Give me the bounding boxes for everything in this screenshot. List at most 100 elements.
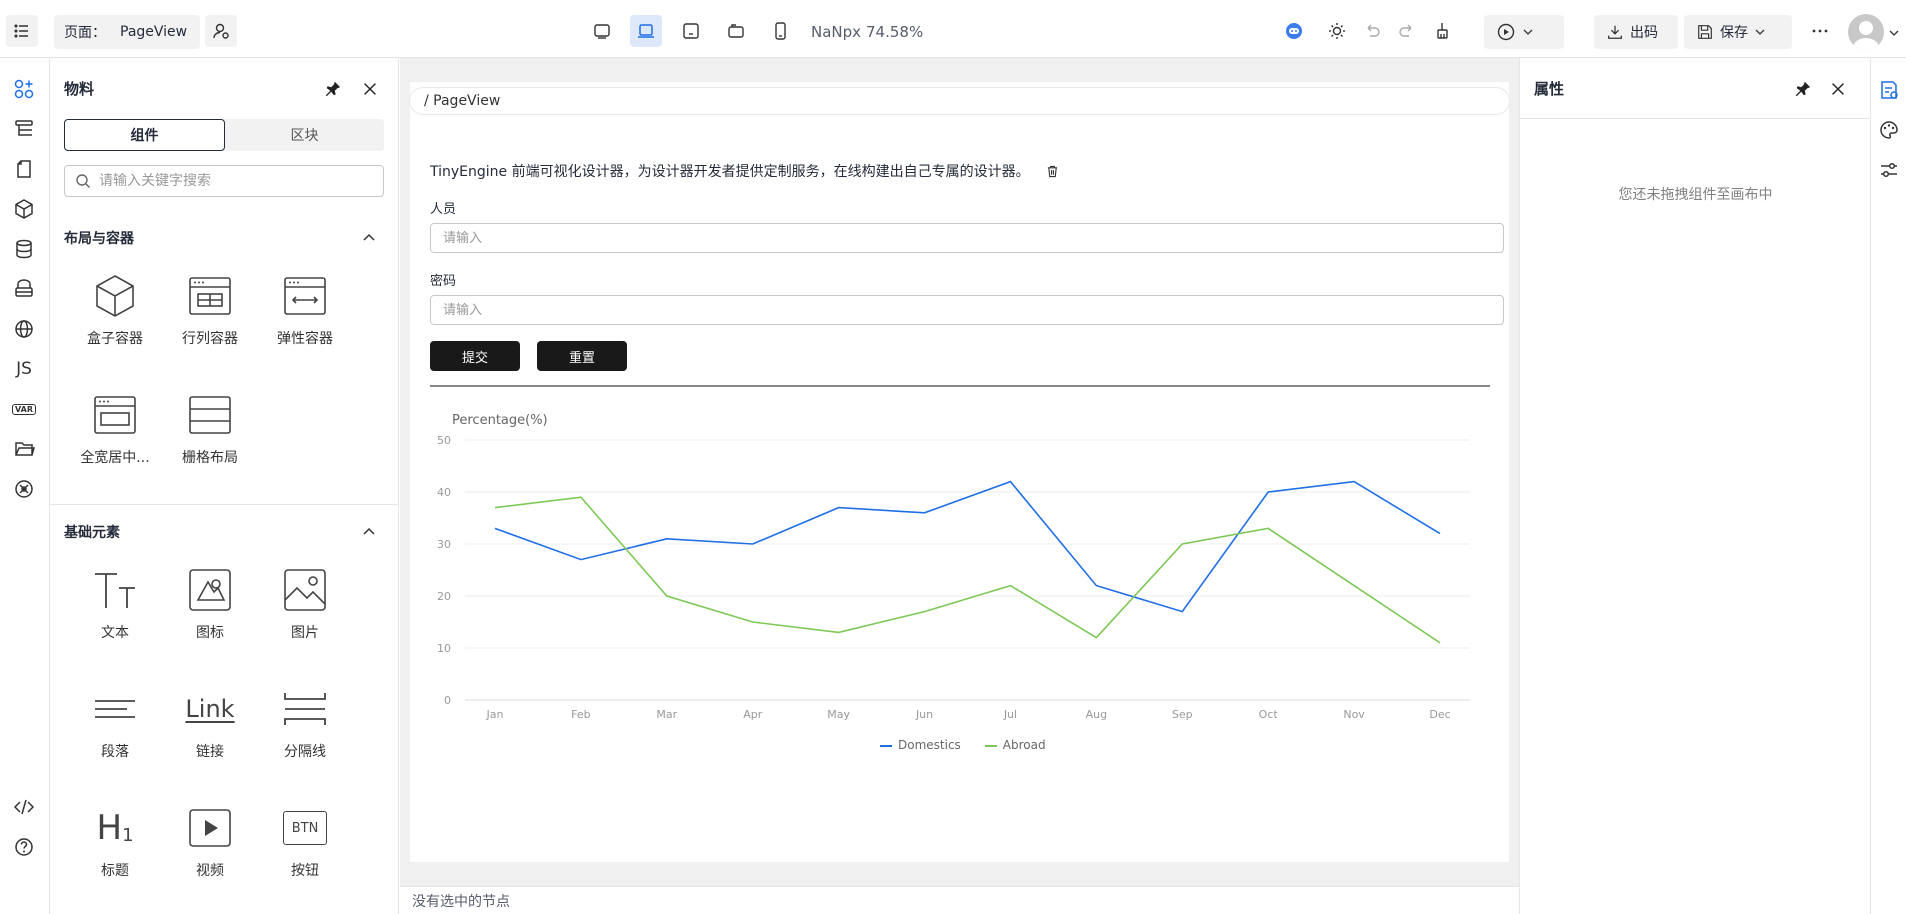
reset-button[interactable]: 重置 — [537, 341, 627, 371]
avatar[interactable] — [1848, 14, 1884, 50]
x-tick-label: Aug — [1086, 708, 1107, 721]
chart-legend[interactable]: Domestics Abroad — [880, 738, 1046, 752]
component-paragraph[interactable]: 段落 — [65, 685, 165, 761]
component-label: 图片 — [291, 625, 319, 641]
component-divider[interactable]: 分隔线 — [255, 685, 355, 761]
tablet-landscape-icon[interactable] — [720, 15, 752, 47]
page-file-icon[interactable] — [11, 156, 37, 182]
panel-title: 属性 — [1534, 80, 1565, 98]
component-label: 视频 — [196, 863, 224, 879]
component-flex-container[interactable]: 弹性容器 — [255, 272, 355, 348]
field-label-person: 人员 — [430, 202, 457, 217]
component-label: 标题 — [101, 863, 129, 879]
theme-sun-icon[interactable] — [1321, 15, 1353, 47]
block-cube-icon[interactable] — [11, 196, 37, 222]
x-tick-label: Nov — [1343, 708, 1365, 721]
bridge-icon[interactable] — [11, 276, 37, 302]
legend-item[interactable]: Abroad — [984, 738, 1046, 752]
chevron-up-icon — [363, 527, 375, 535]
plugin-icon[interactable] — [11, 476, 37, 502]
code-icon[interactable] — [11, 794, 37, 820]
menu-icon[interactable] — [6, 15, 38, 47]
pin-icon[interactable] — [324, 80, 342, 98]
component-label: 盒子容器 — [87, 331, 143, 347]
help-icon[interactable] — [11, 834, 37, 860]
tab-components[interactable]: 组件 — [64, 119, 225, 151]
x-tick-label: Mar — [656, 708, 677, 721]
js-script-icon[interactable]: JS — [11, 356, 37, 382]
mobile-view-icon[interactable] — [764, 15, 796, 47]
submit-button[interactable]: 提交 — [430, 341, 520, 371]
outline-tree-icon[interactable] — [11, 116, 37, 142]
palette-icon[interactable] — [1878, 119, 1900, 141]
component-icon[interactable]: 图标 — [160, 566, 260, 642]
x-tick-label: Jan — [486, 708, 504, 721]
y-tick-label: 0 — [444, 694, 451, 707]
divider-icon — [281, 685, 329, 733]
component-grid-layout[interactable]: 栅格布局 — [160, 391, 260, 467]
component-image[interactable]: 图片 — [255, 566, 355, 642]
section-basic-header[interactable]: 基础元素 — [64, 520, 384, 544]
panel-title: 物料 — [64, 80, 95, 98]
laptop-view-icon[interactable] — [630, 15, 662, 47]
chevron-up-icon — [363, 233, 375, 241]
props-settings-icon[interactable] — [1878, 79, 1900, 101]
save-label: 保存 — [1720, 25, 1748, 41]
component-text[interactable]: 文本 — [65, 566, 165, 642]
link-icon-text: Link — [185, 695, 235, 723]
component-button[interactable]: BTN 按钮 — [255, 804, 355, 880]
globe-icon[interactable] — [11, 316, 37, 342]
component-link[interactable]: Link 链接 — [160, 685, 260, 761]
search-box — [64, 165, 384, 197]
component-video[interactable]: 视频 — [160, 804, 260, 880]
search-icon — [76, 174, 90, 188]
chevron-down-icon[interactable] — [1888, 27, 1900, 39]
component-row-col-container[interactable]: 行列容器 — [160, 272, 260, 348]
folder-icon[interactable] — [11, 436, 37, 462]
component-label: 按钮 — [291, 863, 319, 879]
ai-robot-icon[interactable] — [1278, 15, 1310, 47]
component-label: 图标 — [196, 625, 224, 641]
line-chart[interactable]: Percentage(%) 0 10 20 30 40 50 Jan Feb Mar Apr May J… — [430, 400, 1500, 770]
heading-icon: H1 — [91, 804, 139, 852]
intro-text[interactable]: TinyEngine 前端可视化设计器，为设计器开发者提供定制服务，在线构建出自… — [430, 161, 1059, 181]
component-label: 弹性容器 — [277, 331, 333, 347]
breadcrumb[interactable]: / PageView — [410, 88, 1509, 114]
grid-icon — [186, 391, 234, 439]
clean-broom-icon[interactable] — [1427, 15, 1459, 47]
page-selector-label: 页面： — [64, 25, 106, 41]
canvas-divider — [430, 385, 1490, 387]
password-input[interactable] — [430, 295, 1504, 325]
tab-blocks[interactable]: 区块 — [225, 119, 384, 151]
delete-icon[interactable] — [1046, 165, 1059, 178]
search-input[interactable] — [99, 173, 369, 189]
series-line-domestics — [494, 480, 1441, 613]
datasource-icon[interactable] — [11, 236, 37, 262]
components-icon[interactable] — [11, 76, 37, 102]
legend-item[interactable]: Domestics — [880, 738, 961, 752]
close-icon[interactable] — [361, 80, 379, 98]
close-icon[interactable] — [1829, 80, 1847, 98]
variables-icon[interactable]: VAR — [11, 396, 37, 422]
redo-icon[interactable] — [1391, 15, 1423, 47]
section-layout-header[interactable]: 布局与容器 — [64, 226, 384, 250]
export-code-button[interactable]: 出码 — [1594, 15, 1678, 49]
desktop-view-icon[interactable] — [586, 15, 618, 47]
preview-button[interactable] — [1484, 15, 1564, 49]
component-heading[interactable]: H1 标题 — [65, 804, 165, 880]
tablet-view-icon[interactable] — [675, 15, 707, 47]
right-icon-rail — [1870, 58, 1906, 914]
y-tick-label: 40 — [437, 486, 451, 499]
save-button[interactable]: 保存 — [1684, 15, 1792, 49]
page-selector[interactable]: 页面： PageView — [54, 15, 200, 49]
undo-icon[interactable] — [1356, 15, 1388, 47]
pin-icon[interactable] — [1794, 80, 1812, 98]
icon-icon — [186, 566, 234, 614]
person-input[interactable] — [430, 223, 1504, 253]
sliders-icon[interactable] — [1878, 159, 1900, 181]
component-box-container[interactable]: 盒子容器 — [65, 272, 165, 348]
legend-label: Domestics — [898, 738, 961, 752]
user-manage-icon[interactable] — [205, 15, 237, 47]
more-icon[interactable] — [1804, 15, 1836, 47]
component-full-width-center[interactable]: 全宽居中... — [65, 391, 165, 467]
